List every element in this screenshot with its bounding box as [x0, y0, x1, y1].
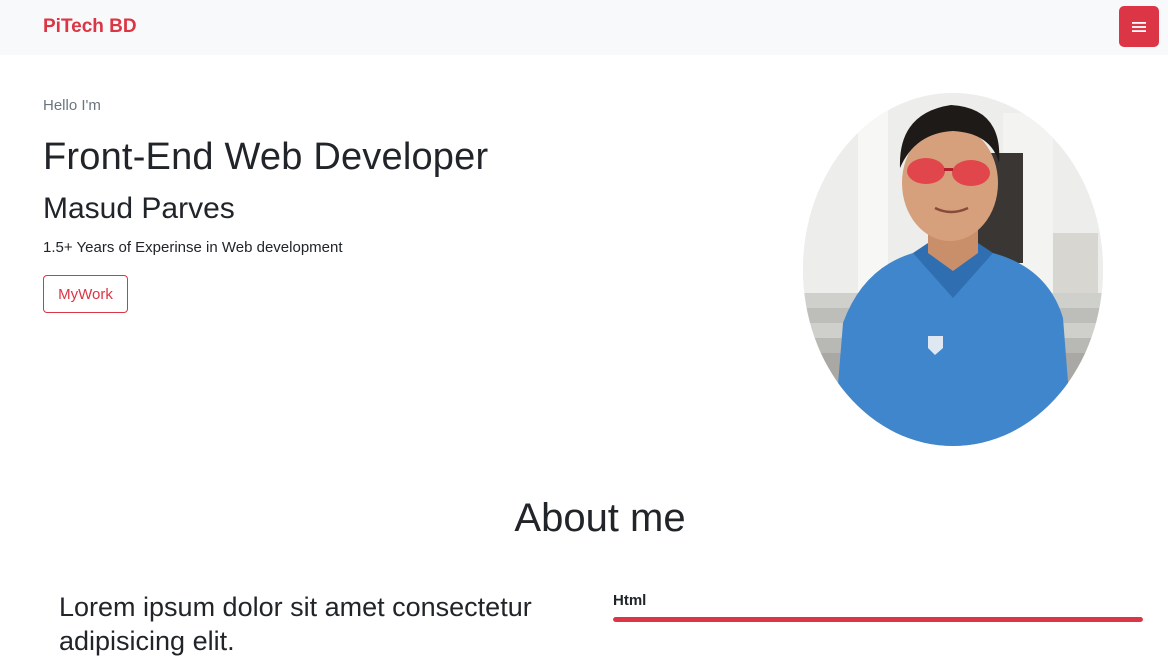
skill-progress-fill — [613, 617, 1143, 622]
skill-progress-bar — [613, 617, 1143, 622]
mywork-button[interactable]: MyWork — [43, 275, 128, 313]
brand-link[interactable]: PiTech BD — [43, 16, 137, 38]
role-heading: Front-End Web Developer — [43, 136, 489, 178]
menu-toggle-button[interactable] — [1119, 6, 1159, 47]
experience-text: 1.5+ Years of Experinse in Web developme… — [43, 239, 343, 256]
hamburger-menu-icon — [1131, 20, 1147, 34]
about-headline: Lorem ipsum dolor sit amet consectetur a… — [59, 592, 532, 656]
greeting-text: Hello I'm — [43, 97, 101, 114]
name-heading: Masud Parves — [43, 192, 235, 225]
about-title: About me — [514, 496, 686, 540]
profile-photo — [803, 93, 1103, 446]
skill-label: Html — [613, 592, 647, 609]
navbar: PiTech BD — [0, 0, 1168, 55]
